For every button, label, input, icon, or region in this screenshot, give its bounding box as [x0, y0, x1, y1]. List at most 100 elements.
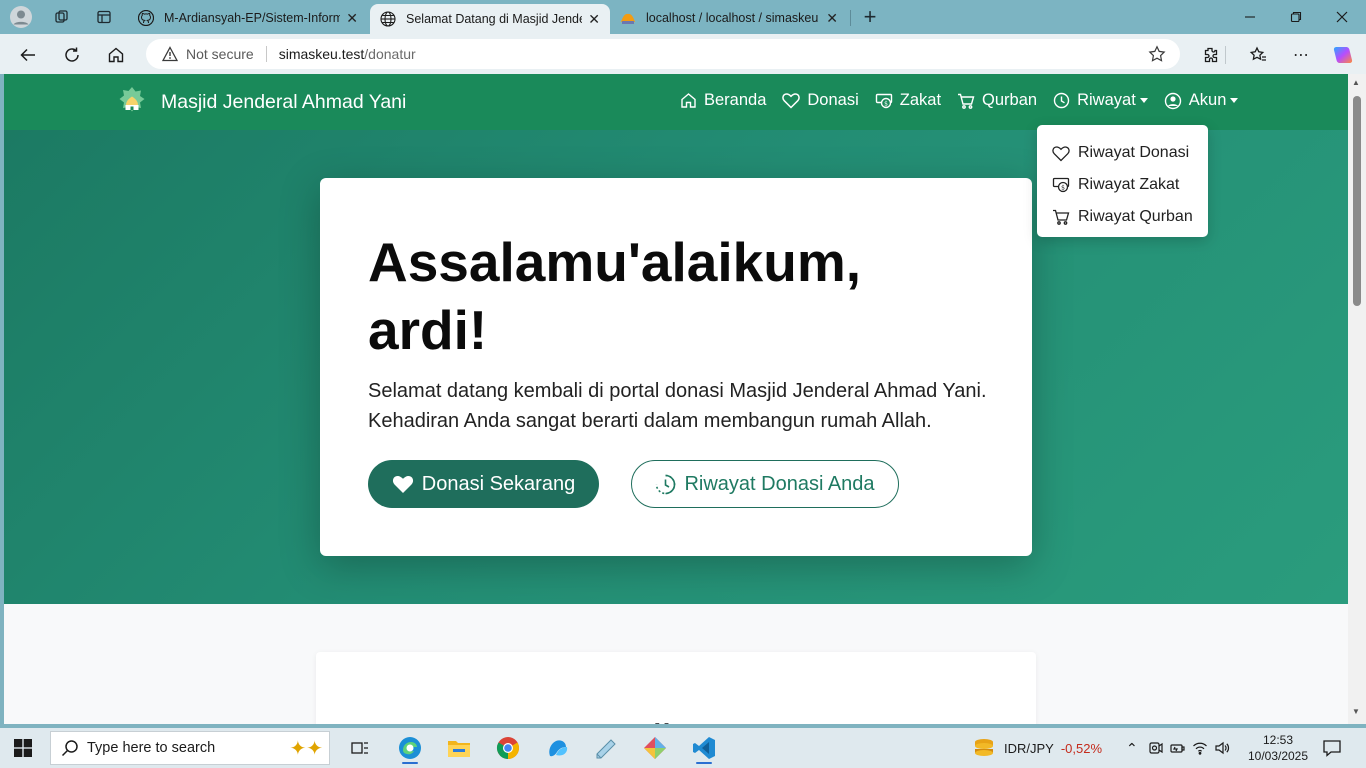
tab-github[interactable]: M-Ardiansyah-EP/Sistem-Informasi- ✕	[128, 4, 368, 32]
taskbar-search-box[interactable]: Type here to search ✦✦	[50, 731, 330, 765]
tab-active-masjid[interactable]: Selamat Datang di Masjid Jenderal ✕	[370, 4, 610, 34]
site-brand[interactable]: Masjid Jenderal Ahmad Yani	[116, 86, 406, 118]
scroll-down-arrow-icon[interactable]: ▼	[1352, 707, 1360, 716]
close-tab-icon[interactable]: ✕	[826, 10, 838, 27]
nav-zakat[interactable]: $ Zakat	[875, 91, 941, 110]
notification-center-icon[interactable]	[1322, 728, 1342, 768]
speaker-volume-icon[interactable]	[1214, 740, 1230, 756]
ticker-symbol: IDR/JPY	[1004, 740, 1054, 756]
riwayat-dropdown-menu: Riwayat Donasi $ Riwayat Zakat Riwayat Q…	[1037, 125, 1208, 237]
tab-title: Selamat Datang di Masjid Jenderal	[406, 12, 583, 26]
coins-stack-icon	[975, 739, 993, 756]
favorite-star-icon[interactable]	[1148, 45, 1166, 63]
clock-date: 10/03/2025	[1247, 749, 1309, 763]
tab-separator	[850, 10, 851, 26]
app-notes-icon[interactable]	[586, 732, 626, 764]
clock-icon	[1053, 92, 1070, 109]
dropdown-item-riwayat-qurban[interactable]: Riwayat Qurban	[1037, 201, 1208, 233]
app-blue-cloud-icon[interactable]	[538, 732, 578, 764]
url-host: simaskeu.test	[278, 46, 365, 62]
page-viewport: Assalamu'alaikum, ardi! Selamat datang k…	[4, 74, 1348, 724]
address-divider	[265, 46, 267, 62]
svg-text:$: $	[1061, 185, 1065, 192]
tab-actions-icon[interactable]	[93, 6, 115, 28]
toolbar-divider	[1225, 46, 1226, 64]
workspaces-icon[interactable]	[51, 6, 73, 28]
donate-now-label: Donasi Sekarang	[421, 472, 576, 495]
nav-donasi[interactable]: Donasi	[782, 91, 859, 110]
dropdown-label: Riwayat Zakat	[1078, 176, 1180, 193]
meet-now-icon[interactable]	[1148, 740, 1164, 756]
caret-down-icon	[1139, 98, 1148, 103]
donate-now-button[interactable]: Donasi Sekarang	[368, 460, 599, 508]
address-bar[interactable]: Not secure simaskeu.test/donatur	[146, 39, 1180, 69]
show-hidden-icons-chevron-icon[interactable]: ⌃	[1126, 740, 1138, 757]
chrome-app-icon[interactable]	[488, 732, 528, 764]
heart-icon	[782, 93, 801, 109]
nav-label: Zakat	[899, 91, 942, 109]
search-icon	[61, 740, 78, 757]
url-path: /donatur	[364, 46, 416, 62]
minimize-button[interactable]	[1227, 5, 1273, 29]
nav-label: Akun	[1188, 91, 1227, 109]
ticker-change: -0,52%	[1060, 740, 1103, 756]
task-view-icon[interactable]	[340, 732, 380, 764]
heart-icon	[1052, 145, 1070, 161]
nav-label: Riwayat	[1077, 91, 1136, 109]
taskbar-clock[interactable]: 12:53 10/03/2025	[1247, 732, 1309, 764]
globe-icon	[380, 11, 396, 27]
app-gitkraken-icon[interactable]	[635, 732, 675, 764]
nav-akun[interactable]: Akun	[1164, 91, 1239, 110]
search-highlight-sparkle-icon: ✦✦	[289, 738, 323, 760]
nav-qurban[interactable]: Qurban	[957, 91, 1037, 110]
github-icon	[138, 10, 154, 26]
nav-label: Qurban	[982, 91, 1038, 109]
dropdown-item-riwayat-donasi[interactable]: Riwayat Donasi	[1037, 137, 1208, 169]
nav-label: Beranda	[704, 91, 767, 109]
extensions-icon[interactable]	[1197, 42, 1223, 68]
active-app-indicator	[696, 762, 712, 764]
close-tab-icon[interactable]: ✕	[346, 10, 358, 27]
edge-app-icon[interactable]	[390, 732, 430, 764]
next-section-card: “	[316, 652, 1036, 724]
windows-start-button[interactable]	[14, 739, 32, 762]
battery-plug-icon[interactable]	[1170, 740, 1186, 756]
cart-icon	[958, 93, 975, 109]
restore-button[interactable]	[1273, 5, 1319, 29]
profile-avatar-icon[interactable]	[10, 6, 32, 28]
copilot-icon[interactable]	[1330, 42, 1356, 68]
dropdown-label: Riwayat Qurban	[1078, 208, 1193, 225]
tab-title: M-Ardiansyah-EP/Sistem-Informasi-	[164, 11, 341, 25]
windows-taskbar: Type here to search ✦✦ IDR/JPY -0,52% ⌃	[0, 728, 1366, 768]
close-tab-icon[interactable]: ✕	[588, 11, 600, 28]
close-window-button[interactable]	[1319, 5, 1365, 29]
mosque-logo-icon	[119, 87, 145, 112]
new-tab-button[interactable]: +	[859, 4, 881, 29]
welcome-heading: Assalamu'alaikum, ardi!	[368, 231, 862, 361]
scrollbar-thumb[interactable]	[1353, 96, 1361, 306]
reload-button[interactable]	[59, 42, 85, 68]
file-explorer-icon[interactable]	[439, 732, 479, 764]
security-label[interactable]: Not secure	[186, 46, 254, 62]
wifi-icon[interactable]	[1192, 740, 1208, 756]
nav-riwayat[interactable]: Riwayat	[1053, 91, 1148, 110]
nav-beranda[interactable]: Beranda	[680, 91, 766, 110]
caret-down-icon	[1230, 98, 1239, 103]
dropdown-item-riwayat-zakat[interactable]: $ Riwayat Zakat	[1037, 169, 1208, 201]
coin-icon: $	[875, 93, 892, 108]
stock-ticker-widget[interactable]: IDR/JPY -0,52%	[972, 728, 1102, 768]
tab-phpmyadmin[interactable]: localhost / localhost / simaskeu / ✕	[610, 4, 848, 32]
brand-name: Masjid Jenderal Ahmad Yani	[161, 90, 407, 113]
page-scrollbar[interactable]: ▲ ▼	[1348, 74, 1366, 724]
vscode-app-icon[interactable]	[684, 732, 724, 764]
search-placeholder: Type here to search	[87, 740, 216, 756]
home-button[interactable]	[103, 42, 129, 68]
browser-toolbar: Not secure simaskeu.test/donatur ⋯	[0, 34, 1366, 74]
more-menu-icon[interactable]: ⋯	[1288, 42, 1314, 68]
scroll-up-arrow-icon[interactable]: ▲	[1352, 78, 1360, 87]
donation-history-button[interactable]: Riwayat Donasi Anda	[631, 460, 899, 508]
favorites-icon[interactable]	[1245, 42, 1271, 68]
windows-logo-icon	[14, 739, 32, 757]
back-button[interactable]	[15, 42, 41, 68]
site-navbar: Masjid Jenderal Ahmad Yani Beranda Donas…	[4, 74, 1348, 130]
